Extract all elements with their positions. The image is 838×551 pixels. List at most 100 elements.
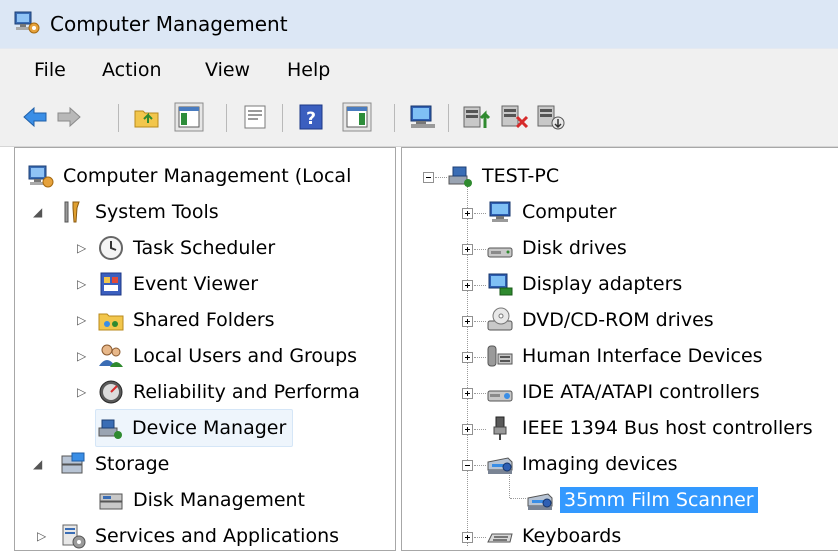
expand-toggle[interactable] <box>462 352 473 363</box>
tree-connector-line <box>474 249 486 251</box>
device-category-ieee-1394-bus-host-controllers[interactable]: IEEE 1394 Bus host controllers <box>486 410 813 446</box>
device-category-computer[interactable]: Computer <box>486 194 616 230</box>
device-category-imaging-devices[interactable]: Imaging devices <box>486 446 678 482</box>
tree-item-label: Disk Management <box>133 489 306 511</box>
ieee-1394-connector-icon <box>493 416 507 440</box>
tree-item-label: Computer Management (Local <box>63 165 352 187</box>
menu-help[interactable]: Help <box>287 59 330 81</box>
expand-toggle[interactable] <box>462 280 473 291</box>
expanded-arrow-icon[interactable]: ◢ <box>33 205 42 219</box>
device-category-disk-drives[interactable]: Disk drives <box>486 230 627 266</box>
window-title: Computer Management <box>50 12 288 36</box>
shared-folder-icon <box>98 313 124 331</box>
show-hide-console-tree-icon[interactable] <box>174 102 204 132</box>
collapse-toggle[interactable] <box>462 460 473 471</box>
tree-item-storage[interactable]: Storage <box>59 446 169 482</box>
keyboard-icon <box>487 533 513 543</box>
tree-item-label: Display adapters <box>522 273 683 295</box>
disk-management-icon <box>99 493 123 510</box>
tree-connector-line <box>467 186 469 546</box>
uninstall-device-icon[interactable] <box>500 102 530 132</box>
collapsed-arrow-icon[interactable]: ▷ <box>37 529 46 543</box>
device-35mm-film-scanner[interactable]: 35mm Film Scanner <box>526 482 758 518</box>
properties-icon[interactable] <box>240 102 270 132</box>
event-viewer-icon <box>100 272 122 296</box>
svg-text:?: ? <box>306 109 316 129</box>
device-category-display-adapters[interactable]: Display adapters <box>486 266 682 302</box>
device-category-dvd-cd-rom-drives[interactable]: DVD/CD-ROM drives <box>486 302 714 338</box>
tree-item-label: Shared Folders <box>133 309 275 331</box>
tree-item-task-scheduler[interactable]: Task Scheduler <box>97 230 275 266</box>
tree-item-local-users-and-groups[interactable]: Local Users and Groups <box>97 338 357 374</box>
tree-connector-line <box>474 393 486 395</box>
show-hide-action-pane-icon[interactable] <box>342 102 372 132</box>
help-icon[interactable]: ? <box>296 102 326 132</box>
display-adapter-icon <box>488 273 513 296</box>
collapse-toggle[interactable] <box>423 172 434 183</box>
tree-item-system-tools[interactable]: System Tools <box>59 194 219 230</box>
hid-icon <box>487 345 513 367</box>
menu-bar: File Action View Help <box>0 48 838 89</box>
expand-toggle[interactable] <box>462 208 473 219</box>
system-tools-icon <box>64 201 80 223</box>
expanded-arrow-icon[interactable]: ◢ <box>33 457 42 471</box>
collapsed-arrow-icon[interactable]: ▷ <box>77 313 86 327</box>
menu-view[interactable]: View <box>205 59 250 81</box>
tree-item-label: IDE ATA/ATAPI controllers <box>522 381 760 403</box>
menu-file[interactable]: File <box>34 59 66 81</box>
scan-hardware-icon[interactable] <box>408 102 438 132</box>
tree-item-label: Local Users and Groups <box>133 345 358 367</box>
tree-connector-line <box>510 498 526 500</box>
collapsed-arrow-icon[interactable]: ▷ <box>77 277 86 291</box>
expand-toggle[interactable] <box>462 316 473 327</box>
tree-connector-line <box>474 213 486 215</box>
expand-toggle[interactable] <box>462 388 473 399</box>
toolbar-separator <box>282 104 283 132</box>
tree-item-label: 35mm Film Scanner <box>560 487 758 513</box>
collapsed-arrow-icon[interactable]: ▷ <box>77 385 86 399</box>
ide-controller-icon <box>487 390 513 402</box>
tree-item-label: TEST-PC <box>482 165 560 187</box>
expand-toggle[interactable] <box>462 424 473 435</box>
device-category-keyboards[interactable]: Keyboards <box>486 518 621 550</box>
device-manager-icon <box>98 419 122 439</box>
device-tree-pane[interactable]: TEST-PC Computer Disk drives Display ada <box>401 147 838 551</box>
device-category-ide-ata-atapi-controllers[interactable]: IDE ATA/ATAPI controllers <box>486 374 760 410</box>
up-folder-icon[interactable] <box>132 102 162 132</box>
tree-item-services-and-applications[interactable]: Services and Applications <box>59 518 339 550</box>
toolbar-separator <box>226 104 227 132</box>
disable-device-icon[interactable] <box>536 102 566 132</box>
expand-toggle[interactable] <box>462 244 473 255</box>
tree-item-label: Computer <box>522 201 617 223</box>
expand-toggle[interactable] <box>462 532 473 543</box>
computer-management-icon <box>14 11 40 34</box>
collapsed-arrow-icon[interactable]: ▷ <box>77 241 86 255</box>
performance-gauge-icon <box>99 380 123 404</box>
tree-item-event-viewer[interactable]: Event Viewer <box>97 266 258 302</box>
tree-item-test-pc[interactable]: TEST-PC <box>446 158 559 194</box>
tree-item-label: Storage <box>95 453 170 475</box>
tree-item-computer-management[interactable]: Computer Management (Local <box>27 158 351 194</box>
update-driver-icon[interactable] <box>462 102 492 132</box>
tree-item-label: Task Scheduler <box>133 237 276 259</box>
back-arrow-icon[interactable] <box>20 102 50 132</box>
tree-connector-line <box>474 357 486 359</box>
scanner-icon <box>527 493 553 510</box>
tree-item-label: Imaging devices <box>522 453 678 475</box>
toolbar-separator <box>394 104 395 132</box>
tree-item-device-manager[interactable]: Device Manager <box>95 409 294 447</box>
tree-connector-line <box>474 429 486 431</box>
tree-item-label: Event Viewer <box>133 273 259 295</box>
tree-item-disk-management[interactable]: Disk Management <box>97 482 305 518</box>
tree-item-reliability-and-performance[interactable]: Reliability and Performa <box>97 374 360 410</box>
forward-arrow-icon[interactable] <box>54 102 84 132</box>
tree-connector-line <box>474 285 486 287</box>
device-category-human-interface-devices[interactable]: Human Interface Devices <box>486 338 763 374</box>
console-tree-pane[interactable]: Computer Management (Local ◢ System Tool… <box>14 147 396 551</box>
tree-item-shared-folders[interactable]: Shared Folders <box>97 302 275 338</box>
menu-action[interactable]: Action <box>102 59 162 81</box>
clock-icon <box>99 236 123 260</box>
collapsed-arrow-icon[interactable]: ▷ <box>77 349 86 363</box>
dvd-drive-icon <box>487 307 513 331</box>
tree-item-label: Disk drives <box>522 237 627 259</box>
